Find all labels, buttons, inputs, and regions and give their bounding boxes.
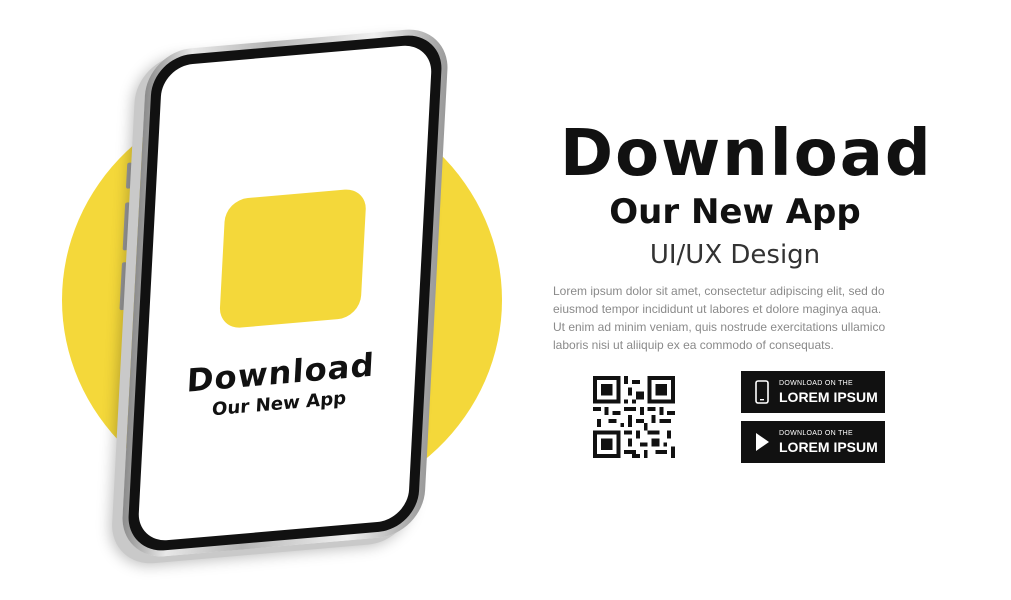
- body-line: Lorem ipsum dolor sit amet, consectetur …: [553, 284, 885, 298]
- body-line: Ut enim ad minim veniam, quis nostrude e…: [553, 320, 886, 334]
- subheadline: Our New App: [609, 192, 861, 232]
- store-button-small-label: DOWNLOAD ON THE: [779, 430, 853, 437]
- qr-code-icon[interactable]: [593, 376, 675, 458]
- play-store-download-button[interactable]: DOWNLOAD ON THE LOREM IPSUM: [741, 421, 885, 463]
- tagline: UI/UX Design: [649, 240, 821, 270]
- body-paragraph: Lorem ipsum dolor sit amet, consectetur …: [553, 282, 923, 354]
- body-line: laboris nisi ut aliiquip ex ea commodo o…: [553, 338, 834, 352]
- store-button-small-label: DOWNLOAD ON THE: [779, 380, 853, 387]
- app-icon-tile[interactable]: [218, 187, 367, 330]
- store-button-label: LOREM IPSUM: [779, 389, 878, 405]
- phone-icon: [755, 380, 769, 404]
- body-line: eiusmod tempor incididunt ut labores et …: [553, 302, 882, 316]
- phone-screen: Download Our New App: [137, 43, 433, 543]
- store-button-label: LOREM IPSUM: [779, 439, 878, 455]
- play-icon: [756, 433, 769, 451]
- store-download-button[interactable]: DOWNLOAD ON THE LOREM IPSUM: [741, 371, 885, 413]
- headline: Download: [560, 117, 933, 191]
- phone-mockup: Download Our New App: [119, 25, 450, 561]
